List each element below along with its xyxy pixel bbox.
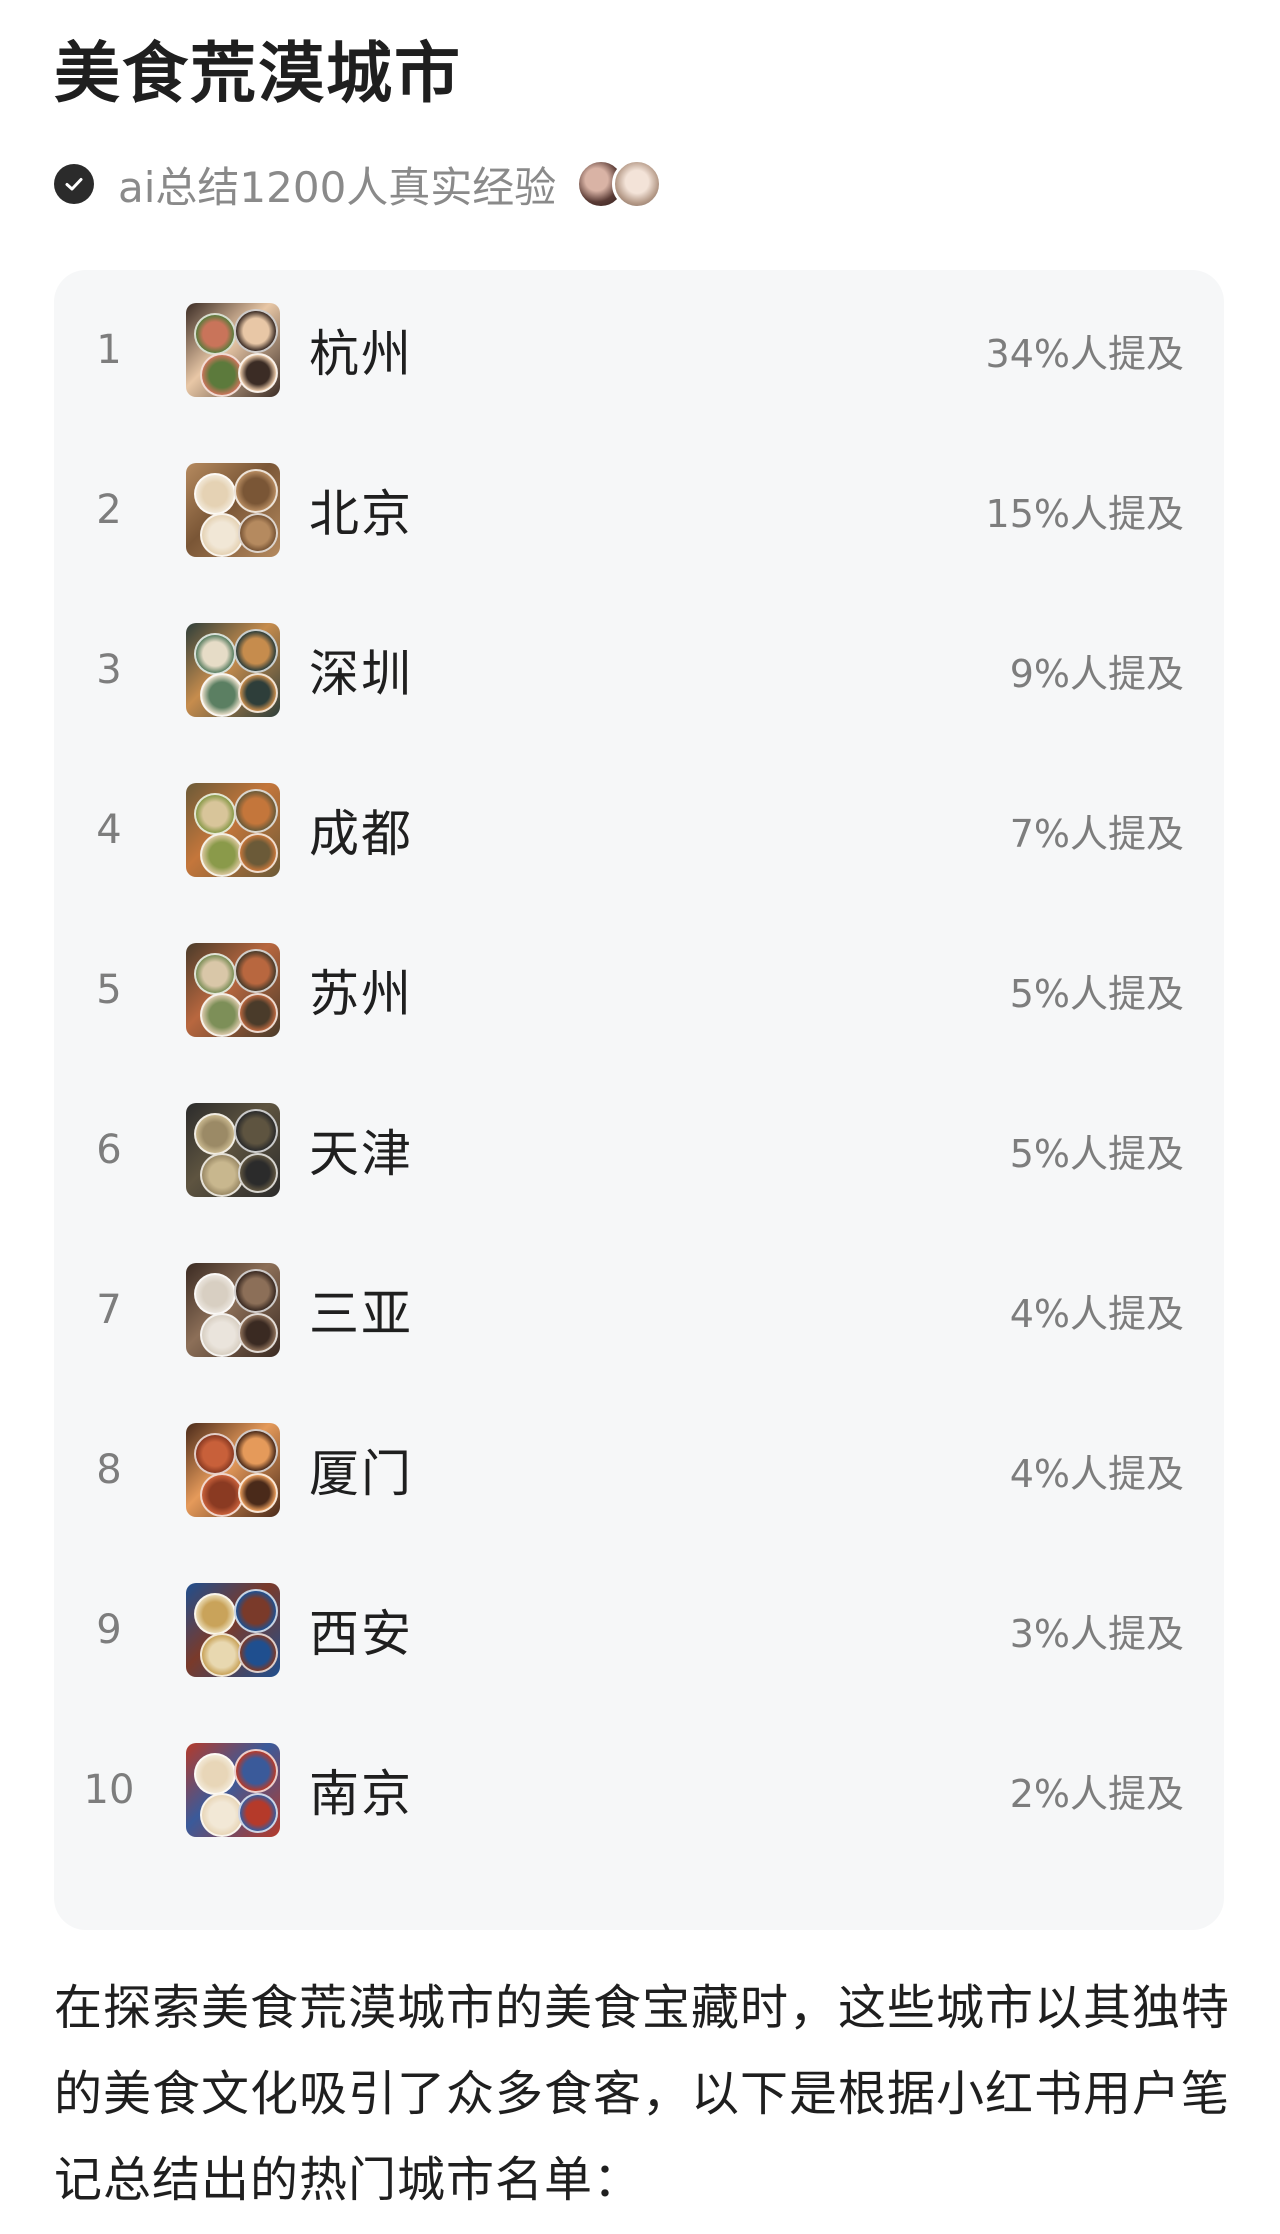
mention-percentage: 9%人提及	[1009, 651, 1184, 696]
city-name: 深圳	[309, 645, 413, 703]
city-food-thumbnail[interactable]	[186, 1103, 280, 1197]
city-food-thumbnail[interactable]	[186, 943, 280, 1037]
mention-percentage: 4%人提及	[1009, 1451, 1184, 1496]
dish-plate	[194, 313, 236, 355]
rank-number: 10	[83, 1767, 135, 1813]
ranking-row[interactable]: 4 成都 7%人提及	[54, 750, 1224, 910]
dish-plate	[194, 953, 236, 995]
mention-percentage: 2%人提及	[1009, 1771, 1184, 1816]
dish-plate	[238, 1313, 278, 1353]
page-title: 美食荒漠城市	[54, 35, 462, 112]
city-name: 天津	[309, 1125, 413, 1183]
dish-plate	[238, 353, 278, 393]
dish-plate	[194, 473, 236, 515]
ranking-row[interactable]: 9 西安 3%人提及	[54, 1550, 1224, 1710]
rank-number: 1	[96, 327, 122, 373]
city-name: 厦门	[309, 1445, 413, 1503]
rank-number: 4	[96, 807, 122, 853]
rank-number: 7	[96, 1287, 122, 1333]
dish-plate	[234, 1589, 278, 1633]
ranking-row[interactable]: 7 三亚 4%人提及	[54, 1230, 1224, 1390]
dish-plate	[194, 1273, 236, 1315]
mention-percentage: 5%人提及	[1009, 1131, 1184, 1176]
city-food-thumbnail[interactable]	[186, 1583, 280, 1677]
dish-plate	[234, 1269, 278, 1313]
summary-source-row: ai总结1200人真实经验	[54, 152, 663, 216]
rank-number: 3	[96, 647, 122, 693]
ranking-row[interactable]: 5 苏州 5%人提及	[54, 910, 1224, 1070]
rank-number: 6	[96, 1127, 122, 1173]
avatar[interactable]	[612, 159, 663, 209]
ranking-row[interactable]: 10 南京 2%人提及	[54, 1710, 1224, 1870]
summary-source-text: ai总结1200人真实经验	[118, 162, 557, 212]
city-food-thumbnail[interactable]	[186, 303, 280, 397]
city-name: 成都	[309, 805, 413, 863]
city-name: 三亚	[309, 1285, 413, 1343]
contributor-avatars[interactable]	[576, 159, 663, 209]
dish-plate	[194, 1433, 236, 1475]
city-name: 苏州	[309, 965, 413, 1023]
ranking-row[interactable]: 2 北京 15%人提及	[54, 430, 1224, 590]
city-name: 南京	[309, 1765, 413, 1823]
rank-number: 2	[96, 487, 122, 533]
dish-plate	[234, 1109, 278, 1153]
city-name: 北京	[309, 485, 413, 543]
dish-plate	[238, 1473, 278, 1513]
dish-plate	[238, 1633, 278, 1673]
dish-plate	[238, 993, 278, 1033]
dish-plate	[238, 1153, 278, 1193]
ranking-row[interactable]: 3 深圳 9%人提及	[54, 590, 1224, 750]
mention-percentage: 7%人提及	[1009, 811, 1184, 856]
mention-percentage: 15%人提及	[985, 491, 1184, 536]
rank-number: 8	[96, 1447, 122, 1493]
dish-plate	[234, 469, 278, 513]
mention-percentage: 3%人提及	[1009, 1611, 1184, 1656]
dish-plate	[234, 1429, 278, 1473]
dish-plate	[194, 793, 236, 835]
dish-plate	[234, 789, 278, 833]
description-paragraph: 在探索美食荒漠城市的美食宝藏时，这些城市以其独特的美食文化吸引了众多食客，以下是…	[54, 1980, 1231, 2208]
rank-number: 5	[96, 967, 122, 1013]
mention-percentage: 34%人提及	[985, 331, 1184, 376]
city-name: 西安	[309, 1605, 413, 1663]
dish-plate	[194, 1753, 236, 1795]
check-circle-icon	[54, 164, 94, 204]
dish-plate	[194, 1593, 236, 1635]
dish-plate	[194, 1113, 236, 1155]
city-food-thumbnail[interactable]	[186, 623, 280, 717]
dish-plate	[234, 1749, 278, 1793]
city-name: 杭州	[309, 325, 413, 383]
rank-number: 9	[96, 1607, 122, 1653]
ranking-card: 1 杭州 34%人提及 2 北京 15%人提及 3 深圳 9%人提及 4 成都 7%人提及 5 苏州 5%人…	[54, 270, 1224, 1930]
city-food-thumbnail[interactable]	[186, 463, 280, 557]
city-food-thumbnail[interactable]	[186, 783, 280, 877]
city-food-thumbnail[interactable]	[186, 1423, 280, 1517]
dish-plate	[234, 629, 278, 673]
dish-plate	[238, 513, 278, 553]
dish-plate	[238, 673, 278, 713]
ranking-row[interactable]: 6 天津 5%人提及	[54, 1070, 1224, 1230]
ranking-row[interactable]: 8 厦门 4%人提及	[54, 1390, 1224, 1550]
ranking-row[interactable]: 1 杭州 34%人提及	[54, 270, 1224, 430]
mention-percentage: 4%人提及	[1009, 1291, 1184, 1336]
dish-plate	[238, 1793, 278, 1833]
dish-plate	[238, 833, 278, 873]
city-food-thumbnail[interactable]	[186, 1743, 280, 1837]
dish-plate	[234, 309, 278, 353]
page: 美食荒漠城市 ai总结1200人真实经验 1 杭州 34%人提及 2 北京 15%人提及 3…	[0, 0, 1280, 2234]
dish-plate	[234, 949, 278, 993]
dish-plate	[194, 633, 236, 675]
mention-percentage: 5%人提及	[1009, 971, 1184, 1016]
city-food-thumbnail[interactable]	[186, 1263, 280, 1357]
